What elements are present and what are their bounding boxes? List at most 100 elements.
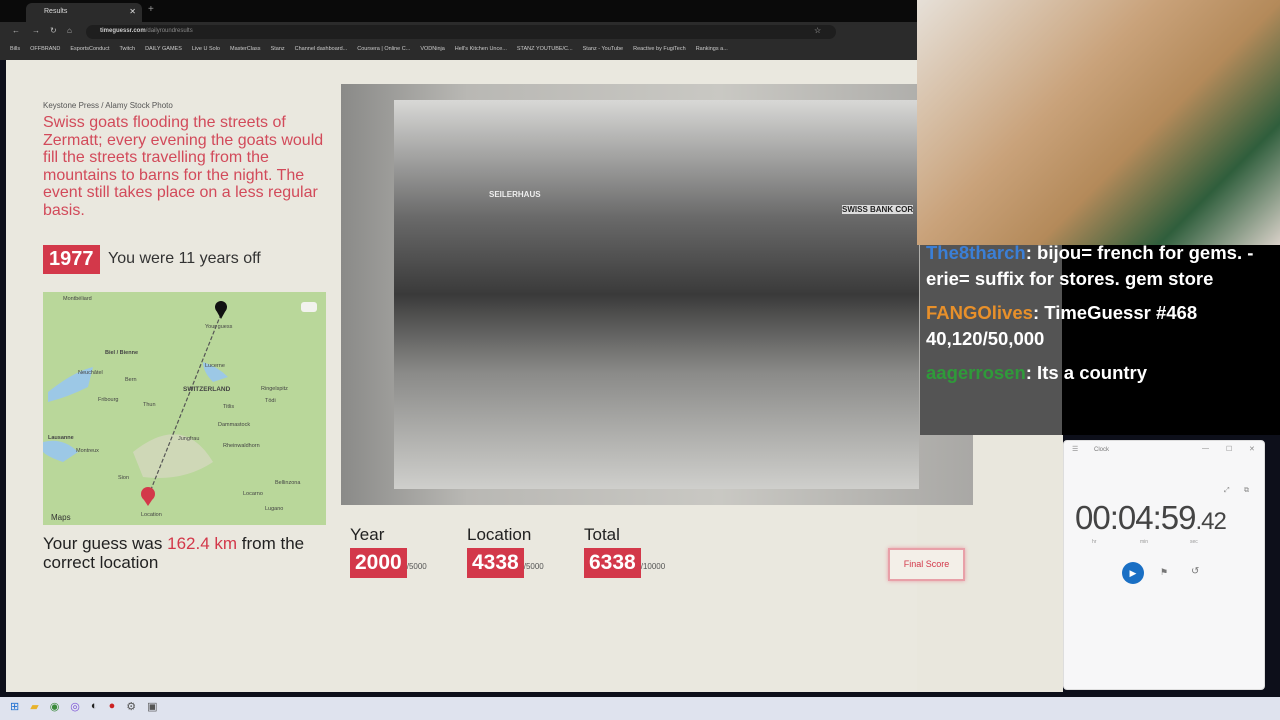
bookmark[interactable]: STANZ YOUTUBE/C... [517, 46, 573, 56]
photo-credit: Keystone Press / Alamy Stock Photo [43, 101, 173, 110]
map-label: Lucerne [205, 363, 225, 369]
score-max: /10000 [640, 562, 666, 571]
distance-result: Your guess was 162.4 km from the correct… [43, 534, 333, 572]
bookmark[interactable]: Channel dashboard... [295, 46, 348, 56]
bookmark[interactable]: Rankings a... [696, 46, 728, 56]
bookmark[interactable]: Stanz [271, 46, 285, 56]
bookmark[interactable]: MasterClass [230, 46, 261, 56]
bookmark[interactable]: OFFBRAND [30, 46, 60, 56]
guess-distance: 162.4 km [167, 534, 238, 553]
expand-icon[interactable]: ⤢ [1224, 487, 1230, 495]
webcam-feed [917, 0, 1280, 245]
bookmark[interactable]: Coursera | Online C... [357, 46, 410, 56]
map-label: Thun [143, 402, 156, 408]
map-attribution: Maps [51, 513, 71, 522]
bookmark[interactable]: EsportsConduct [70, 46, 109, 56]
tab-title: Results [44, 8, 68, 15]
browser-toolbar: ← → ↻ ⌂ timeguessr.com/dailyroundresults… [0, 22, 917, 42]
play-button[interactable]: ▶ [1122, 562, 1144, 584]
map-label: Tödi [265, 398, 276, 404]
file-explorer-icon[interactable]: ▰ [30, 700, 38, 717]
bookmark[interactable]: Live U Solo [192, 46, 220, 56]
clock-app-icon[interactable]: ▣ [147, 700, 157, 717]
home-icon[interactable]: ⌂ [67, 26, 72, 35]
map-layers-button[interactable] [301, 302, 317, 312]
menu-icon[interactable]: ☰ [1072, 445, 1078, 453]
chat-message: FANGOlives: TimeGuessr #468 40,120/50,00… [926, 300, 1276, 352]
maximize-icon[interactable]: ☐ [1226, 445, 1232, 453]
total-score: Total 6338/10000 [584, 525, 665, 578]
stopwatch-time: 00:04:59.42 [1075, 499, 1227, 537]
reload-icon[interactable]: ↻ [50, 26, 57, 35]
bookmark[interactable]: Reactive by FugiTech [633, 46, 686, 56]
map-label: Sion [118, 475, 129, 481]
map-label: Rheinwaldhorn [223, 443, 260, 449]
app-icon[interactable]: ● [109, 700, 116, 717]
start-icon[interactable]: ⊞ [10, 700, 19, 717]
map-label: Titlis [223, 404, 234, 410]
compact-overlay-icon[interactable]: ⧉ [1244, 487, 1249, 495]
minimize-icon[interactable]: — [1202, 445, 1209, 452]
guess-prefix: Your guess was [43, 534, 168, 553]
map-label: Bern [125, 377, 137, 383]
steam-icon[interactable]: ◐ [91, 700, 98, 717]
bookmark[interactable]: Twitch [119, 46, 135, 56]
map-label: Lugano [265, 506, 283, 512]
bookmark[interactable]: DAILY GAMES [145, 46, 182, 56]
map-label: Neuchâtel [78, 370, 103, 376]
score-max: /5000 [406, 562, 427, 571]
map-label: Montreux [76, 448, 99, 454]
bookmark[interactable]: Stanz - YouTube [583, 46, 623, 56]
map-label: Locarno [243, 491, 263, 497]
score-max: /5000 [523, 562, 544, 571]
back-icon[interactable]: ← [12, 26, 20, 35]
map-label: Location [141, 512, 162, 518]
result-map[interactable]: Montbéliard Biel / Bienne Neuchâtel Bern… [43, 292, 326, 525]
correct-year: 1977 [43, 245, 100, 274]
url-domain: timeguessr.com [100, 28, 146, 34]
year-score: Year 2000/5000 [350, 525, 427, 578]
chat-messages: The8tharch: bijou= french for gems. -eri… [926, 240, 1276, 394]
chrome-icon[interactable]: ◉ [50, 700, 60, 717]
lap-flag-icon[interactable]: ⚑ [1160, 567, 1168, 578]
url-path: /dailyroundresults [145, 28, 193, 34]
bookmark[interactable]: Bills [10, 46, 20, 56]
chat-text: : Its a country [1025, 362, 1148, 383]
photo-sign: SEILERHAUS [489, 190, 541, 199]
unit-label: sec [1190, 539, 1198, 545]
taskbar: ⊞ ▰ ◉ ◎ ◐ ● ⚙ ▣ [0, 697, 1280, 720]
forward-icon[interactable]: → [32, 26, 40, 35]
address-bar[interactable]: timeguessr.com/dailyroundresults [86, 25, 836, 39]
bookmark-star-icon[interactable]: ☆ [814, 26, 821, 35]
map-label: Ringelspitz [261, 386, 288, 392]
bookmark[interactable]: Hell's Kitchen Unce... [455, 46, 507, 56]
new-tab-icon[interactable]: + [148, 4, 154, 15]
browser-tab-bar: Results ✕ + [0, 0, 917, 22]
score-label: Total [584, 525, 620, 544]
reset-icon[interactable]: ↺ [1191, 566, 1199, 577]
close-icon[interactable]: ✕ [1249, 445, 1255, 453]
clock-window: ☰ Clock — ☐ ✕ ⤢ ⧉ 00:04:59.42 hr min sec… [1063, 440, 1265, 690]
chat-username: FANGOlives [926, 302, 1033, 323]
map-label: Montbéliard [63, 296, 92, 302]
score-label: Year [350, 525, 385, 544]
browser-tab[interactable]: Results ✕ [26, 3, 142, 22]
app-icon[interactable]: ◎ [70, 700, 80, 717]
historical-photo: SEILERHAUS SWISS BANK COR [394, 100, 919, 489]
final-score-button[interactable]: Final Score [888, 548, 965, 581]
score-value: 6338 [584, 548, 641, 578]
unit-label: hr [1092, 539, 1097, 545]
close-tab-icon[interactable]: ✕ [129, 7, 136, 16]
map-land [43, 292, 326, 525]
bookmarks-bar: Bills OFFBRAND EsportsConduct Twitch DAI… [0, 42, 917, 60]
unit-label: min [1140, 539, 1149, 545]
map-label: Fribourg [98, 397, 118, 403]
chat-message: The8tharch: bijou= french for gems. -eri… [926, 240, 1276, 292]
photo-description: Swiss goats flooding the streets of Zerm… [43, 114, 324, 219]
bookmark[interactable]: VODNinja [420, 46, 444, 56]
map-label: Bellinzona [275, 480, 301, 486]
time-main: 00:04:59 [1075, 499, 1196, 536]
map-label: Dammastock [218, 422, 250, 428]
map-label: Biel / Bienne [105, 350, 138, 356]
settings-icon[interactable]: ⚙ [126, 700, 136, 717]
